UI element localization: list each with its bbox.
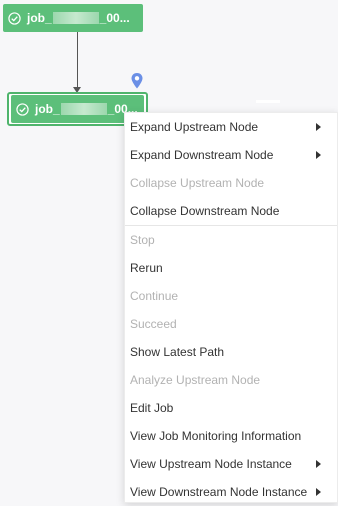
node-label: job_ _00... (27, 11, 130, 25)
menu-item-label: View Downstream Node Instance (130, 485, 308, 499)
node-name-prefix: job_ (35, 102, 60, 116)
menu-item-label: Analyze Upstream Node (130, 373, 261, 387)
redacted-segment (52, 12, 99, 24)
caret-right-icon (316, 460, 321, 468)
menu-item-analyze-upstream: Analyze Upstream Node (125, 366, 337, 394)
menu-item-label: Succeed (130, 317, 177, 331)
menu-item-label: Continue (130, 289, 179, 303)
menu-item-collapse-downstream[interactable]: Collapse Downstream Node (125, 197, 337, 225)
redacted-segment (60, 103, 107, 115)
menu-item-edit-job[interactable]: Edit Job (125, 394, 337, 422)
check-circle-icon (16, 102, 29, 116)
menu-item-expand-upstream[interactable]: Expand Upstream Node (125, 113, 337, 141)
menu-item-view-downstream-instance[interactable]: View Downstream Node Instance (125, 478, 337, 506)
menu-item-label: Rerun (130, 261, 163, 275)
caret-right-icon (316, 488, 321, 496)
menu-item-succeed: Succeed (125, 310, 337, 338)
menu-item-label: Collapse Upstream Node (130, 176, 265, 190)
context-menu: Expand Upstream Node Expand Downstream N… (124, 112, 338, 503)
menu-item-rerun[interactable]: Rerun (125, 254, 337, 282)
menu-item-label: View Upstream Node Instance (130, 457, 292, 471)
menu-item-expand-downstream[interactable]: Expand Downstream Node (125, 141, 337, 169)
node-name-suffix: _00... (99, 11, 130, 25)
job-node-upstream[interactable]: job_ _00... (3, 4, 143, 32)
menu-item-label: Show Latest Path (130, 345, 225, 359)
menu-item-view-monitoring[interactable]: View Job Monitoring Information (125, 422, 337, 450)
caret-right-icon (316, 123, 321, 131)
check-circle-icon (8, 11, 21, 25)
menu-item-label: Stop (130, 233, 155, 247)
menu-item-view-upstream-instance[interactable]: View Upstream Node Instance (125, 450, 337, 478)
menu-item-label: Expand Upstream Node (130, 120, 259, 134)
menu-item-label: Edit Job (130, 401, 174, 415)
location-pin-icon (131, 73, 143, 89)
canvas-marker (256, 100, 280, 103)
menu-item-label: View Job Monitoring Information (130, 429, 302, 443)
node-label: job_ _00... (35, 102, 138, 116)
node-name-prefix: job_ (27, 11, 52, 25)
dependency-edge (77, 32, 78, 88)
menu-item-label: Expand Downstream Node (130, 148, 274, 162)
menu-item-stop: Stop (125, 226, 337, 254)
menu-item-continue: Continue (125, 282, 337, 310)
caret-right-icon (316, 151, 321, 159)
menu-item-show-latest-path[interactable]: Show Latest Path (125, 338, 337, 366)
menu-item-collapse-upstream: Collapse Upstream Node (125, 169, 337, 197)
menu-item-label: Collapse Downstream Node (130, 204, 280, 218)
